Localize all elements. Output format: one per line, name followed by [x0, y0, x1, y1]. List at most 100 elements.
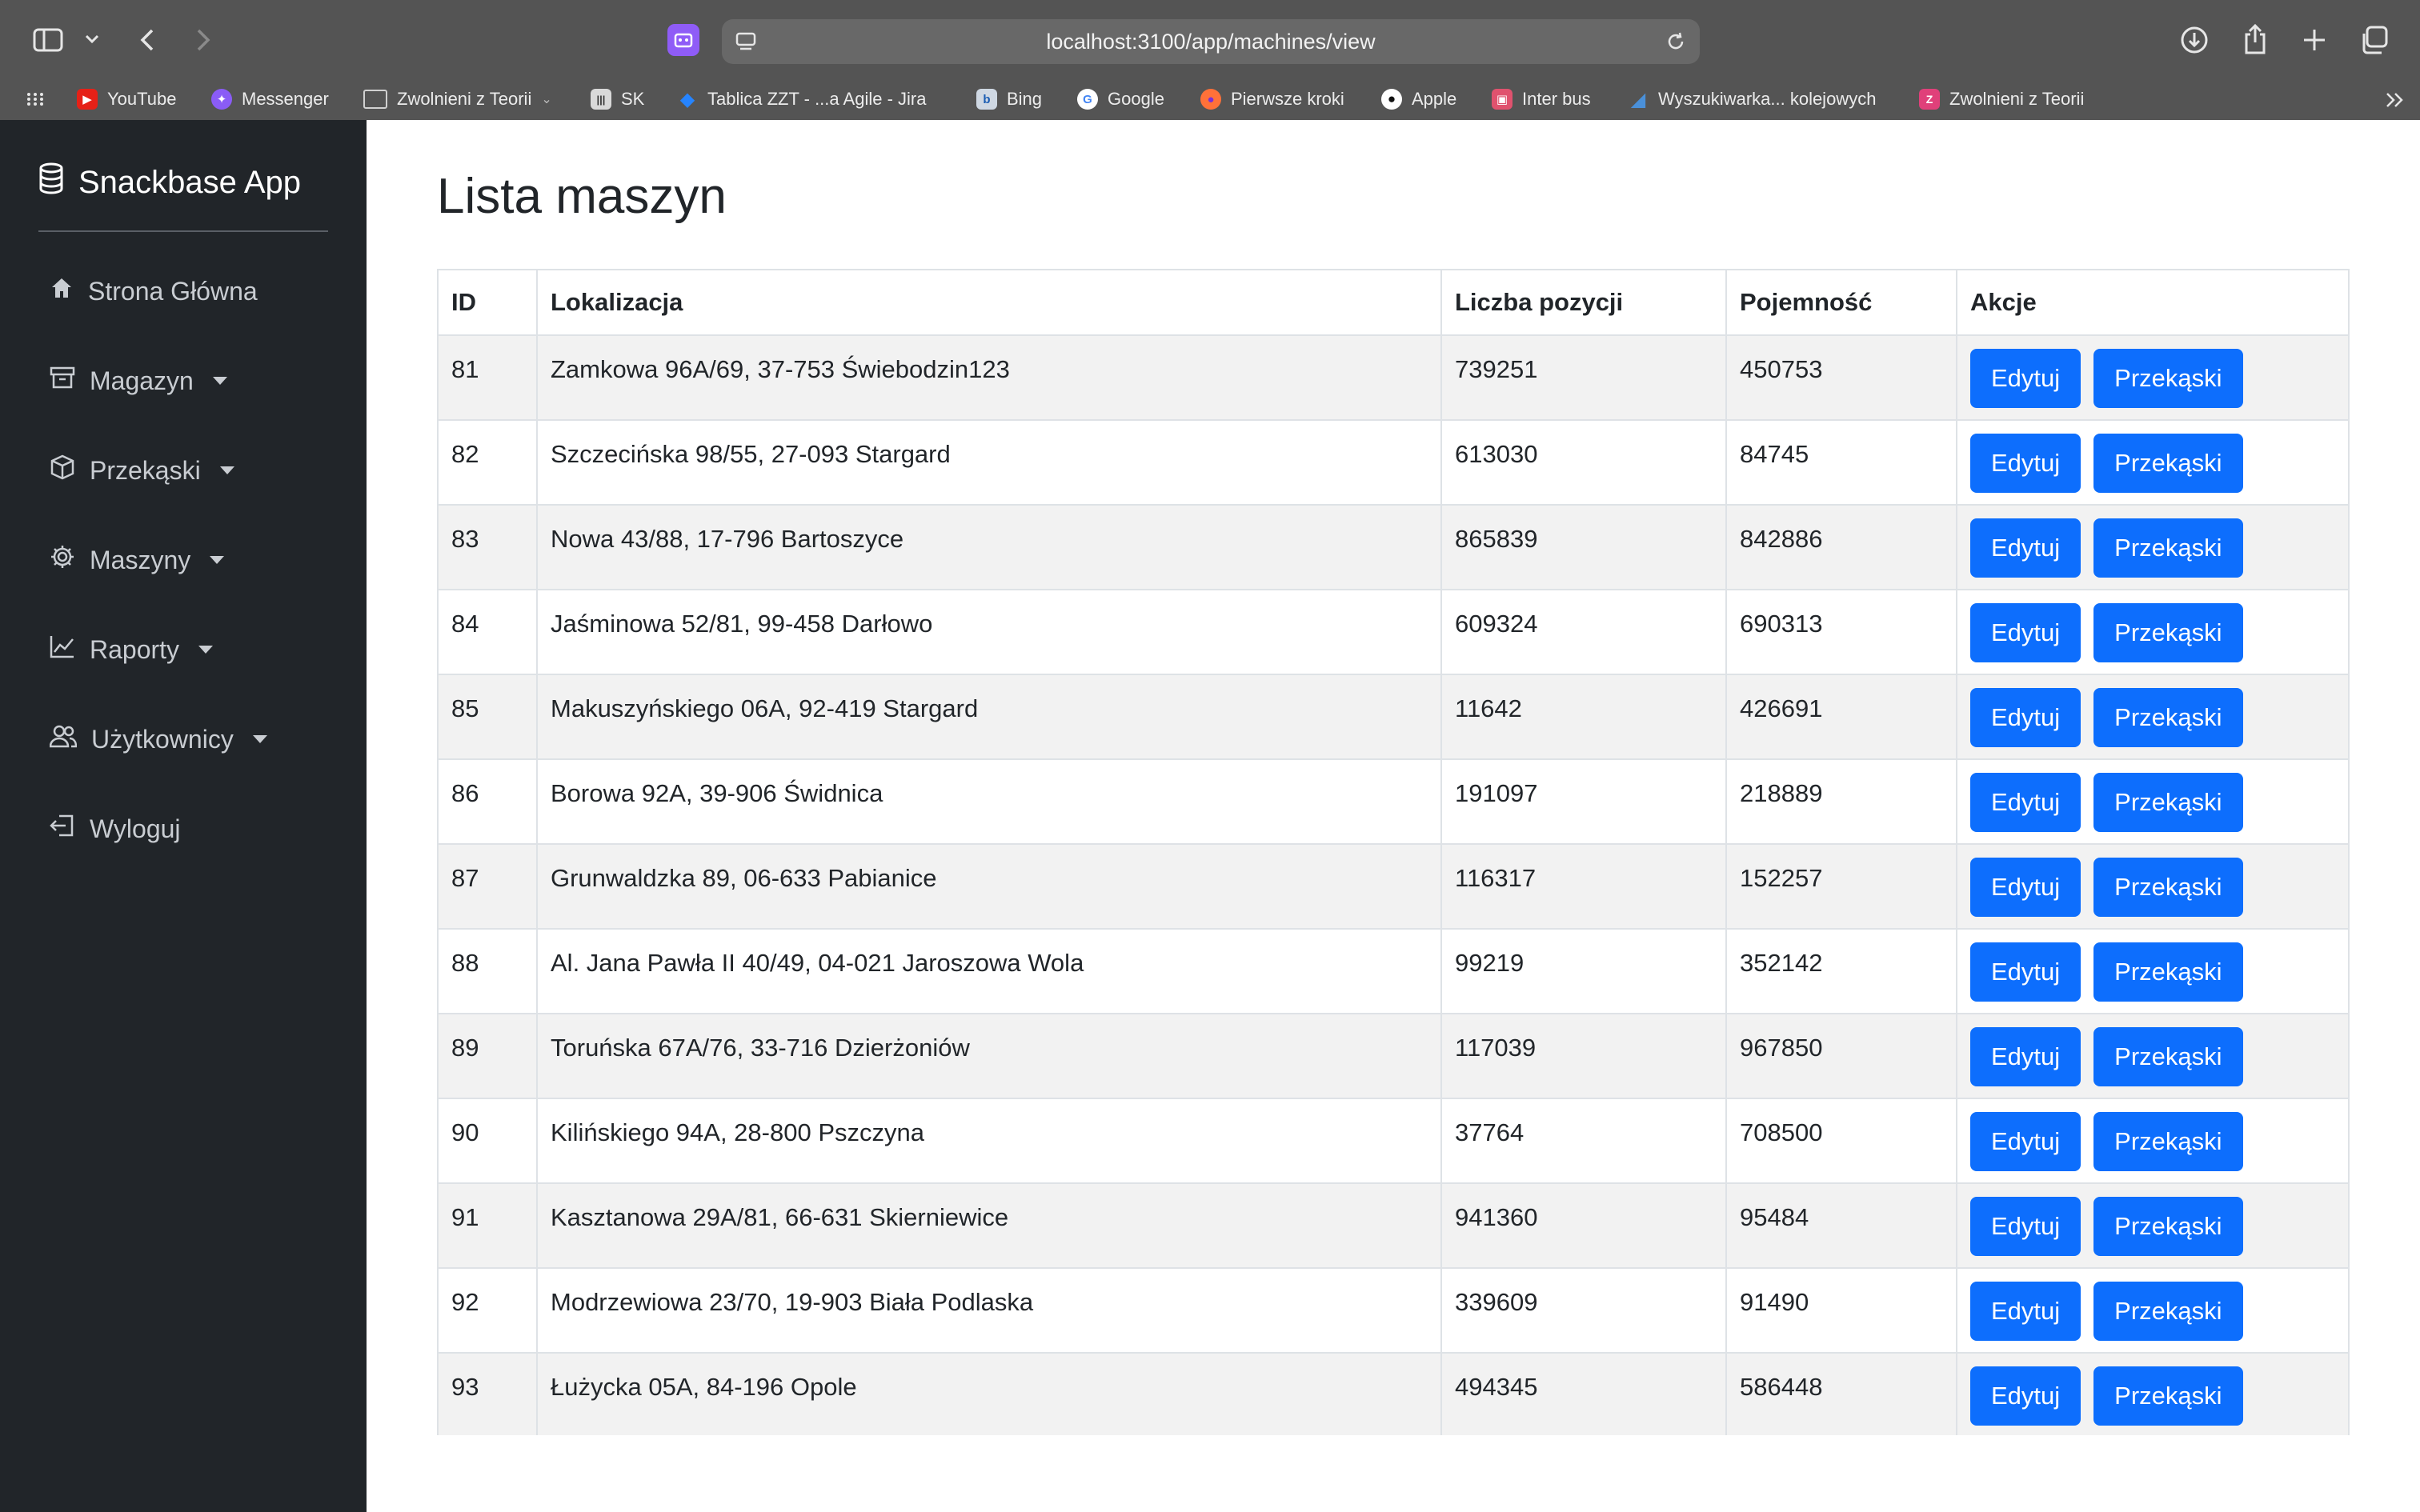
snacks-button[interactable]: Przekąski	[2093, 858, 2243, 917]
sidebar-item-raporty[interactable]: Raporty	[50, 626, 214, 674]
gear-icon	[50, 544, 75, 576]
sidebar-item-maszyny[interactable]: Maszyny	[50, 536, 225, 584]
table-body: 81 Zamkowa 96A/69, 37-753 Świebodzin123 73…	[437, 334, 2350, 1435]
cell-positions: 739251	[1440, 334, 1727, 421]
table-row: 91 Kasztanowa 29A/81, 66-631 Skierniewice…	[437, 1182, 2350, 1269]
google-icon: G	[1077, 89, 1098, 110]
table-row: 89 Toruńska 67A/76, 33-716 Dzierżoniów 117…	[437, 1013, 2350, 1099]
edit-button[interactable]: Edytuj	[1970, 518, 2081, 578]
tab-overview-icon[interactable]	[2356, 22, 2391, 58]
share-icon[interactable]	[2238, 21, 2273, 58]
brand-name: Snackbase App	[78, 164, 301, 200]
edit-button[interactable]: Edytuj	[1970, 942, 2081, 1002]
bookmark-label: Messenger	[242, 89, 329, 109]
sidebar-item-label: Magazyn	[90, 366, 194, 395]
caret-down-icon	[212, 377, 227, 385]
bookmark-label: Google	[1108, 89, 1164, 109]
snacks-button[interactable]: Przekąski	[2093, 773, 2243, 832]
bookmark-apple[interactable]: ● Apple	[1381, 78, 1456, 120]
bookmark-label: Inter bus	[1522, 89, 1591, 109]
edit-button[interactable]: Edytuj	[1970, 603, 2081, 662]
snacks-button[interactable]: Przekąski	[2093, 349, 2243, 408]
new-tab-icon[interactable]	[2297, 22, 2332, 58]
bookmark-google[interactable]: G Google	[1077, 78, 1164, 120]
reload-icon[interactable]	[1663, 29, 1689, 54]
browser-toolbar: localhost:3100/app/machines/view	[0, 0, 2420, 78]
users-icon	[49, 724, 78, 754]
edit-button[interactable]: Edytuj	[1970, 434, 2081, 493]
snacks-button[interactable]: Przekąski	[2093, 1197, 2243, 1256]
cell-id: 85	[437, 674, 538, 760]
chart-icon	[50, 634, 75, 665]
logout-icon	[50, 814, 75, 844]
url-text[interactable]: localhost:3100/app/machines/view	[722, 19, 1700, 64]
snacks-button[interactable]: Przekąski	[2093, 1112, 2243, 1171]
cell-capacity: 586448	[1725, 1352, 1957, 1435]
sidebar-item-wyloguj[interactable]: Wyloguj	[50, 805, 181, 853]
snacks-button[interactable]: Przekąski	[2093, 518, 2243, 578]
chevron-down-icon[interactable]	[80, 27, 104, 51]
cell-positions: 117039	[1440, 1013, 1727, 1099]
column-header-positions: Liczba pozycji	[1440, 269, 1727, 336]
bookmark-bing[interactable]: b Bing	[976, 78, 1042, 120]
snacks-button[interactable]: Przekąski	[2093, 1366, 2243, 1426]
edit-button[interactable]: Edytuj	[1970, 1027, 2081, 1086]
snacks-button[interactable]: Przekąski	[2093, 603, 2243, 662]
edit-button[interactable]: Edytuj	[1970, 1112, 2081, 1171]
more-bookmarks-icon[interactable]	[2383, 88, 2407, 112]
downloads-icon[interactable]	[2177, 22, 2212, 58]
snacks-button[interactable]: Przekąski	[2093, 1027, 2243, 1086]
bookmark-wyszukiwarka[interactable]: ◢ Wyszukiwarka... kolejowych	[1628, 78, 1877, 120]
cell-capacity: 95484	[1725, 1182, 1957, 1269]
bookmark-jira[interactable]: ◆ Tablica ZZT - ...a Agile - Jira	[677, 78, 927, 120]
table-row: 81 Zamkowa 96A/69, 37-753 Świebodzin123 73…	[437, 334, 2350, 421]
snacks-button[interactable]: Przekąski	[2093, 434, 2243, 493]
cell-location: Borowa 92A, 39-906 Świdnica	[536, 758, 1442, 845]
cell-actions: Edytuj Przekąski	[1956, 1013, 2350, 1099]
extension-icon[interactable]	[667, 24, 699, 56]
bookmark-sk[interactable]: ||| SK	[591, 78, 644, 120]
sidebar-toggle-icon[interactable]	[29, 24, 67, 56]
bookmark-messenger[interactable]: ✦ Messenger	[211, 78, 329, 120]
cell-capacity: 218889	[1725, 758, 1957, 845]
edit-button[interactable]: Edytuj	[1970, 858, 2081, 917]
cell-actions: Edytuj Przekąski	[1956, 504, 2350, 590]
column-header-actions: Akcje	[1956, 269, 2350, 336]
sk-icon: |||	[591, 89, 611, 110]
bookmark-folder-zwolnieni[interactable]: Zwolnieni z Teorii ⌄	[363, 78, 552, 120]
sidebar: Snackbase App Strona Główna Magazyn Prze…	[0, 120, 367, 1512]
snacks-button[interactable]: Przekąski	[2093, 1282, 2243, 1341]
edit-button[interactable]: Edytuj	[1970, 349, 2081, 408]
sidebar-item-uzytkownicy[interactable]: Użytkownicy	[49, 715, 267, 763]
sidebar-item-home[interactable]: Strona Główna	[50, 267, 258, 315]
snacks-button[interactable]: Przekąski	[2093, 942, 2243, 1002]
edit-button[interactable]: Edytuj	[1970, 773, 2081, 832]
cell-location: Szczecińska 98/55, 27-093 Stargard	[536, 419, 1442, 506]
bookmark-youtube[interactable]: ▶ YouTube	[77, 78, 176, 120]
brand[interactable]: Snackbase App	[38, 157, 301, 208]
edit-button[interactable]: Edytuj	[1970, 1366, 2081, 1426]
bookmark-zwolnieni-z-teorii[interactable]: Z Zwolnieni z Teorii	[1919, 78, 2084, 120]
sidebar-item-przekaski[interactable]: Przekąski	[50, 446, 234, 494]
sidebar-item-magazyn[interactable]: Magazyn	[50, 357, 227, 405]
address-bar[interactable]: localhost:3100/app/machines/view	[722, 19, 1700, 64]
bookmark-inter-bus[interactable]: ▣ Inter bus	[1492, 78, 1591, 120]
edit-button[interactable]: Edytuj	[1970, 1197, 2081, 1256]
machines-table-container[interactable]: ID Lokalizacja Liczba pozycji Pojemność …	[437, 269, 2350, 1435]
bookmark-pierwsze-kroki[interactable]: ● Pierwsze kroki	[1200, 78, 1344, 120]
cell-actions: Edytuj Przekąski	[1956, 589, 2350, 675]
edit-button[interactable]: Edytuj	[1970, 1282, 2081, 1341]
cell-location: Łużycka 05A, 84-196 Opole	[536, 1352, 1442, 1435]
bookmark-label: SK	[621, 89, 645, 109]
forward-icon[interactable]	[189, 24, 218, 56]
column-header-location: Lokalizacja	[536, 269, 1442, 336]
snacks-button[interactable]: Przekąski	[2093, 688, 2243, 747]
archive-icon	[50, 366, 75, 396]
cell-location: Kasztanowa 29A/81, 66-631 Skierniewice	[536, 1182, 1442, 1269]
apps-grid-icon[interactable]	[24, 90, 46, 109]
cell-positions: 494345	[1440, 1352, 1727, 1435]
edit-button[interactable]: Edytuj	[1970, 688, 2081, 747]
cell-capacity: 84745	[1725, 419, 1957, 506]
back-icon[interactable]	[133, 24, 162, 56]
sidebar-item-label: Strona Główna	[88, 276, 258, 306]
